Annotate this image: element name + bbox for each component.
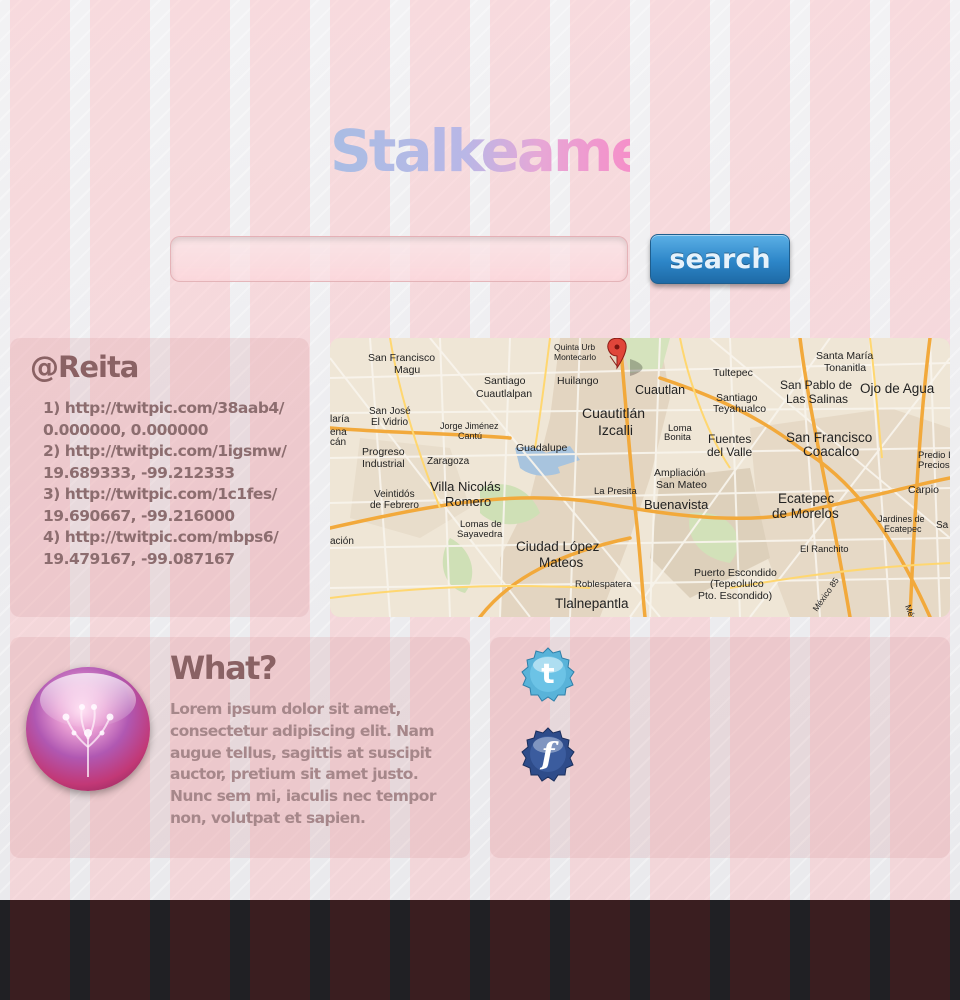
coordinates: 0.000000, 0.000000	[43, 420, 209, 439]
map-label: Santiago	[484, 375, 526, 387]
map-label: Carpio	[908, 484, 939, 496]
map-label: Zaragoza	[427, 456, 470, 467]
footer	[0, 900, 960, 1000]
list-number: 2)	[43, 442, 60, 460]
twitpic-link[interactable]: http://twitpic.com/mbps6/	[65, 528, 279, 546]
search-input[interactable]	[170, 236, 628, 282]
map-label: Guadalupe	[516, 442, 568, 454]
map-label: San Pablo de	[780, 378, 852, 392]
map-panel[interactable]: San Francisco Magu Quinta Urb Montecarlo…	[330, 338, 950, 617]
map-label: San Francisco	[786, 430, 872, 445]
list-item: 1) http://twitpic.com/38aab4/ 0.000000, …	[43, 398, 303, 441]
map-label: Precios	[918, 460, 950, 471]
about-panel: What? Lorem ipsum dolor sit amet, consec…	[10, 637, 470, 858]
map[interactable]: San Francisco Magu Quinta Urb Montecarlo…	[330, 338, 950, 617]
list-item: 3) http://twitpic.com/1c1fes/ 19.690667,…	[43, 484, 303, 527]
map-label: Roblespatera	[575, 579, 632, 590]
map-label: Villa Nicolás	[430, 479, 501, 494]
map-label: Ojo de Agua	[860, 381, 935, 396]
map-label: Jardines de	[878, 514, 925, 524]
map-label: Sa	[936, 520, 949, 531]
map-label: ación	[330, 536, 354, 547]
map-label: Fuentes	[708, 432, 751, 446]
twitpic-link[interactable]: http://twitpic.com/1igsmw/	[65, 442, 287, 460]
map-label: de Morelos	[772, 506, 839, 521]
map-label: Izcalli	[598, 422, 633, 438]
twitter-icon[interactable]: t	[520, 647, 576, 703]
username-heading: @Reita	[30, 350, 139, 384]
map-label: San Mateo	[656, 479, 707, 491]
map-label: Progreso	[362, 446, 405, 458]
orb-logo-icon	[26, 667, 150, 791]
map-label: Industrial	[362, 458, 405, 470]
map-label: Pto. Escondido)	[698, 590, 772, 602]
map-label: Sayavedra	[457, 529, 503, 540]
map-label: Huilango	[557, 375, 599, 387]
map-label: de Febrero	[370, 500, 419, 511]
map-label: Ecatepec	[778, 491, 835, 506]
map-label: Ciudad López	[516, 539, 600, 554]
coordinates: 19.479167, -99.087167	[43, 549, 235, 568]
map-label: Tonanitla	[824, 362, 866, 374]
twitter-glyph: t	[541, 657, 554, 690]
map-label: Las Salinas	[786, 392, 848, 406]
map-label: Tlalnepantla	[555, 596, 629, 611]
map-label: Cuautlalpan	[476, 388, 532, 400]
list-item: 2) http://twitpic.com/1igsmw/ 19.689333,…	[43, 441, 303, 484]
map-label: El Vidrio	[371, 417, 408, 428]
map-label: Bonita	[664, 432, 692, 443]
map-label: Mateos	[539, 555, 584, 570]
map-label: San Francisco	[368, 352, 435, 364]
facebook-icon[interactable]: f	[520, 727, 576, 783]
map-label: Cuautitlán	[582, 405, 645, 421]
map-label: Coacalco	[803, 444, 859, 459]
map-label: Cantú	[458, 431, 482, 441]
map-label: El Ranchito	[800, 544, 849, 555]
about-text: Lorem ipsum dolor sit amet, consectetur …	[170, 700, 437, 827]
map-label: Magu	[394, 364, 420, 376]
map-label: del Valle	[707, 445, 752, 459]
twitpic-link[interactable]: http://twitpic.com/1c1fes/	[65, 485, 277, 503]
map-label: Veintidós	[374, 489, 415, 500]
map-label: Ampliación	[654, 467, 706, 479]
map-label: San José	[369, 406, 411, 417]
social-panel: t f	[490, 637, 950, 858]
map-label: Jorge Jiménez	[440, 421, 499, 431]
user-panel: @Reita 1) http://twitpic.com/38aab4/ 0.0…	[10, 338, 309, 617]
coordinates: 19.690667, -99.216000	[43, 506, 235, 525]
map-label: Tultepec	[713, 367, 753, 379]
coordinates: 19.689333, -99.212333	[43, 463, 235, 482]
map-label: Buenavista	[644, 497, 709, 512]
map-label: La Presita	[594, 486, 637, 497]
twitpic-link-list: 1) http://twitpic.com/38aab4/ 0.000000, …	[43, 398, 303, 570]
search-button[interactable]: search	[650, 234, 790, 284]
map-label: Cuautlan	[635, 383, 685, 397]
list-number: 4)	[43, 528, 60, 546]
map-label: Montecarlo	[554, 352, 596, 362]
list-item: 4) http://twitpic.com/mbps6/ 19.479167, …	[43, 527, 303, 570]
map-label: Santa María	[816, 350, 873, 362]
map-label: Romero	[445, 494, 491, 509]
list-number: 1)	[43, 399, 60, 417]
map-label: Teyahualco	[713, 403, 766, 415]
map-label: laría	[330, 414, 350, 425]
twitpic-link[interactable]: http://twitpic.com/38aab4/	[65, 399, 285, 417]
site-logo[interactable]: Stalkeame	[330, 116, 650, 186]
map-label: Ecatepec	[884, 524, 922, 534]
map-label: cán	[330, 437, 346, 448]
list-number: 3)	[43, 485, 60, 503]
map-label: Quinta Urb	[554, 342, 595, 352]
map-label: (Tepeolulco	[710, 578, 764, 590]
about-title: What?	[170, 649, 278, 687]
